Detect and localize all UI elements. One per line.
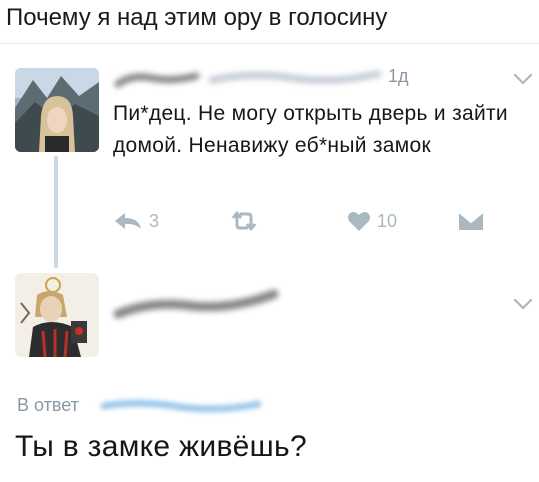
like-count: 10 bbox=[377, 210, 398, 231]
chevron-down-icon[interactable] bbox=[512, 297, 534, 311]
chevron-down-icon[interactable] bbox=[512, 72, 534, 86]
post-caption: Почему я над этим ору в голосину bbox=[6, 4, 388, 31]
author-name-blurred bbox=[114, 70, 382, 88]
caption-divider bbox=[0, 43, 539, 44]
reply-count: 3 bbox=[149, 210, 160, 231]
tweet-actions: 3 10 bbox=[113, 206, 513, 236]
reply-action[interactable]: 3 bbox=[113, 206, 159, 236]
reply-icon bbox=[115, 213, 141, 229]
avatar[interactable] bbox=[15, 273, 99, 357]
like-action[interactable]: 10 bbox=[347, 206, 397, 236]
reply-text: Ты в замке живёшь? bbox=[15, 430, 307, 463]
retweet-icon bbox=[231, 211, 257, 231]
reply-to-handle-blurred[interactable] bbox=[100, 398, 262, 414]
retweet-action[interactable] bbox=[229, 206, 259, 236]
in-reply-to-label: В ответ bbox=[17, 395, 79, 415]
author-name-blurred bbox=[113, 289, 279, 319]
heart-icon bbox=[348, 212, 370, 231]
avatar-photo-mountain bbox=[15, 68, 99, 152]
avatar[interactable] bbox=[15, 68, 99, 152]
thread-connector bbox=[54, 156, 58, 268]
avatar-illustration bbox=[15, 273, 99, 357]
tweet-timestamp[interactable]: 1д bbox=[388, 66, 409, 87]
direct-message-action[interactable] bbox=[457, 206, 485, 236]
tweet-text: Пи*дец. Не могу открыть дверь и зайти до… bbox=[113, 102, 508, 157]
envelope-icon bbox=[458, 211, 484, 230]
